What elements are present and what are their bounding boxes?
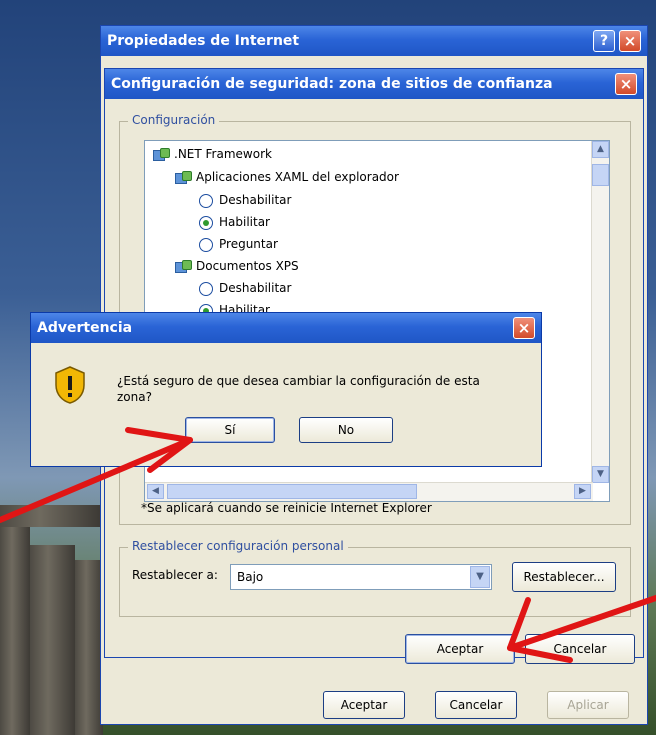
stonehenge-stone xyxy=(30,545,75,735)
tree-option-radio[interactable]: Habilitar xyxy=(199,215,270,230)
accept-button[interactable]: Aceptar xyxy=(405,634,515,664)
cancel-button[interactable]: Cancelar xyxy=(525,634,635,664)
tree-item-xaml-apps: Aplicaciones XAML del explorador xyxy=(175,170,399,185)
close-button[interactable]: × xyxy=(615,73,637,95)
close-icon: × xyxy=(517,319,531,337)
warning-dialog: Advertencia × ¿Está seguro de que desea … xyxy=(30,312,542,467)
tree-option-radio[interactable]: Deshabilitar xyxy=(199,193,291,208)
warning-title-bar: Advertencia × xyxy=(31,313,541,343)
stonehenge-stone xyxy=(75,560,103,735)
yes-button[interactable]: Sí xyxy=(185,417,275,443)
settings-group-label: Configuración xyxy=(128,113,220,127)
reset-level-value: Bajo xyxy=(237,570,264,584)
scroll-up-icon[interactable]: ▲ xyxy=(592,141,609,158)
warning-message: ¿Está seguro de que desea cambiar la con… xyxy=(117,374,480,404)
warning-shield-icon xyxy=(53,365,87,405)
dialog-title: Configuración de seguridad: zona de siti… xyxy=(111,76,553,92)
settings-icon xyxy=(175,170,192,185)
reset-group: Restablecer configuración personal Resta… xyxy=(119,539,631,617)
tree-option-radio[interactable]: Deshabilitar xyxy=(199,281,291,296)
scroll-thumb[interactable] xyxy=(592,164,609,186)
help-icon: ? xyxy=(599,33,609,49)
reset-button[interactable]: Restablecer... xyxy=(512,562,616,592)
security-dialog-title-bar: Configuración de seguridad: zona de siti… xyxy=(105,69,643,99)
restart-footnote: *Se aplicará cuando se reinicie Internet… xyxy=(141,501,432,515)
settings-icon xyxy=(175,259,192,274)
reset-level-select[interactable]: Bajo ▼ xyxy=(230,564,492,590)
no-button[interactable]: No xyxy=(299,417,393,443)
radio-button[interactable] xyxy=(199,237,213,252)
outer-accept-button[interactable]: Aceptar xyxy=(323,691,405,719)
chevron-down-icon[interactable]: ▼ xyxy=(470,566,490,588)
settings-icon xyxy=(153,147,170,162)
reset-group-label: Restablecer configuración personal xyxy=(128,539,348,553)
warning-title: Advertencia xyxy=(37,320,133,336)
window-title: Propiedades de Internet xyxy=(107,33,300,49)
horizontal-scrollbar[interactable]: ◀ ▶ xyxy=(145,482,593,501)
internet-properties-title-bar: Propiedades de Internet ? × xyxy=(101,26,647,56)
radio-button[interactable] xyxy=(199,281,213,296)
radio-button[interactable] xyxy=(199,215,213,230)
radio-button[interactable] xyxy=(199,193,213,208)
scroll-left-icon[interactable]: ◀ xyxy=(147,484,164,499)
vertical-scrollbar[interactable]: ▲ ▼ xyxy=(591,141,609,483)
tree-item-xps-documents: Documentos XPS xyxy=(175,259,299,274)
stonehenge-stone xyxy=(0,520,30,735)
close-button[interactable]: × xyxy=(619,30,641,52)
outer-apply-button[interactable]: Aplicar xyxy=(547,691,629,719)
scroll-down-icon[interactable]: ▼ xyxy=(592,466,609,483)
outer-cancel-button[interactable]: Cancelar xyxy=(435,691,517,719)
scroll-right-icon[interactable]: ▶ xyxy=(574,484,591,499)
close-icon: × xyxy=(623,32,637,50)
help-button[interactable]: ? xyxy=(593,30,615,52)
scroll-thumb[interactable] xyxy=(167,484,417,499)
reset-to-label: Restablecer a: xyxy=(132,568,218,582)
stonehenge-lintel xyxy=(0,505,100,527)
tree-item-net-framework: .NET Framework xyxy=(153,147,272,162)
close-button[interactable]: × xyxy=(513,317,535,339)
tree-option-radio[interactable]: Preguntar xyxy=(199,237,278,252)
close-icon: × xyxy=(619,75,633,93)
